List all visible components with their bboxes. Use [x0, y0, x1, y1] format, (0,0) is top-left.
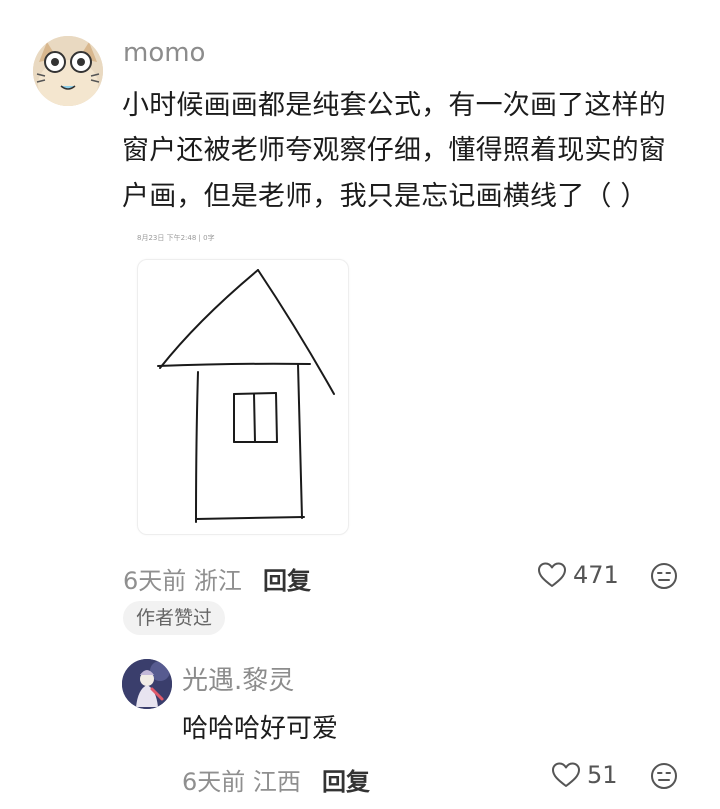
reply-like-count: 51 [587, 761, 618, 789]
reply-text: 哈哈哈好可爱 [182, 714, 339, 744]
photo-meta-text: 8月23日 下午2:48 | 0字 [137, 234, 215, 242]
comment-text-line-2: 窗户还被老师夸观察仔细，懂得照着现实的窗 [122, 135, 666, 166]
house-sketch [157, 269, 335, 523]
reply-to-reply-button[interactable]: 回复 [322, 762, 370, 797]
comment-location: 浙江 [193, 567, 242, 595]
meh-face-icon [651, 563, 677, 589]
reply-time: 6天前 [182, 768, 246, 796]
reply-time-location: 6天前 江西 [182, 762, 301, 797]
comment-time: 6天前 [123, 567, 187, 595]
meh-face-icon [651, 763, 677, 789]
commenter-username[interactable]: momo [123, 38, 205, 68]
sky-character-avatar-image [122, 659, 172, 709]
reply-location: 江西 [252, 768, 301, 796]
comment-text-line-3: 户画，但是老师，我只是忘记画横线了（ ） [122, 181, 648, 212]
reply-like-button[interactable]: 51 [551, 760, 618, 790]
author-liked-badge: 作者赞过 [123, 601, 226, 635]
reply-avatar[interactable] [122, 659, 172, 709]
reply-username[interactable]: 光遇.黎灵 [182, 660, 294, 697]
commenter-avatar[interactable] [33, 36, 103, 106]
cat-avatar-image [33, 36, 103, 106]
reply-dislike-button[interactable] [650, 762, 678, 794]
heart-outline-icon [552, 762, 580, 787]
reply-button[interactable]: 回复 [263, 561, 311, 596]
dislike-button[interactable] [650, 562, 678, 594]
comment-time-location: 6天前 浙江 [123, 561, 242, 596]
heart-outline-icon [538, 562, 566, 587]
like-button[interactable]: 471 [537, 560, 619, 590]
comment-text-line-1: 小时候画画都是纯套公式，有一次画了这样的 [122, 90, 666, 121]
house-drawing-image[interactable] [137, 259, 349, 535]
like-count: 471 [573, 561, 619, 589]
